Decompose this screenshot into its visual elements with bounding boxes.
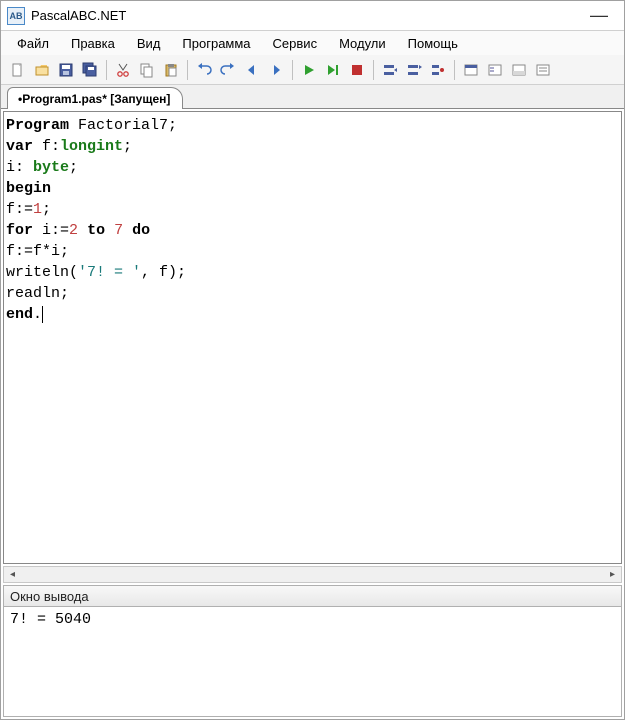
scroll-left-icon[interactable]: ◂ [4,567,21,582]
menu-view[interactable]: Вид [127,34,171,53]
copy-icon[interactable] [136,59,158,81]
code-text: writeln( [6,264,78,281]
code-keyword: for [6,222,33,239]
code-text: ; [69,159,78,176]
output-panel[interactable]: 7! = 5040 [3,607,622,717]
code-keyword: do [132,222,150,239]
run-no-debug-icon[interactable] [322,59,344,81]
editor-hscrollbar[interactable]: ◂ ▸ [3,566,622,583]
code-text [78,222,87,239]
run-icon[interactable] [298,59,320,81]
toolbar-separator [292,60,293,80]
toolbar-separator [373,60,374,80]
code-text: , f); [141,264,186,281]
menu-program[interactable]: Программа [172,34,260,53]
nav-back-icon[interactable] [241,59,263,81]
code-keyword: to [87,222,105,239]
form-designer-icon[interactable] [484,59,506,81]
code-number: 7 [114,222,123,239]
code-keyword: var [6,138,33,155]
menu-service[interactable]: Сервис [263,34,328,53]
compile-icon[interactable] [460,59,482,81]
toolbar-separator [187,60,188,80]
code-text [123,222,132,239]
code-text [105,222,114,239]
output-text: 7! = 5040 [10,611,91,628]
app-icon: AB [7,7,25,25]
toolbar-separator [106,60,107,80]
properties-icon[interactable] [532,59,554,81]
editor-tab-bar: •Program1.pas* [Запущен] [1,85,624,109]
step-over-icon[interactable] [403,59,425,81]
step-out-icon[interactable] [427,59,449,81]
nav-forward-icon[interactable] [265,59,287,81]
code-text: i: [6,159,33,176]
step-into-icon[interactable] [379,59,401,81]
window-title: PascalABC.NET [31,8,580,23]
cut-icon[interactable] [112,59,134,81]
code-text: . [33,306,42,323]
code-text: i:= [33,222,69,239]
code-number: 2 [69,222,78,239]
code-keyword: begin [6,180,51,197]
minimize-button[interactable]: — [580,5,618,26]
code-type: byte [33,159,69,176]
stop-icon[interactable] [346,59,368,81]
code-text: f:= [6,201,33,218]
redo-icon[interactable] [217,59,239,81]
code-number: 1 [33,201,42,218]
code-string: '7! = ' [78,264,141,281]
code-text: ; [42,201,51,218]
code-text: f:=f*i; [6,243,69,260]
text-cursor [42,306,43,323]
paste-icon[interactable] [160,59,182,81]
save-file-icon[interactable] [55,59,77,81]
menu-help[interactable]: Помощь [398,34,468,53]
undo-icon[interactable] [193,59,215,81]
toolbar [1,55,624,85]
code-editor[interactable]: Program Factorial7; var f:longint; i: by… [3,111,622,564]
title-bar: AB PascalABC.NET — [1,1,624,31]
code-text: readln; [6,285,69,302]
new-file-icon[interactable] [7,59,29,81]
code-text: f: [33,138,60,155]
menu-modules[interactable]: Модули [329,34,396,53]
code-keyword: end [6,306,33,323]
code-text: Factorial7; [69,117,177,134]
scroll-right-icon[interactable]: ▸ [604,567,621,582]
code-type: longint [60,138,123,155]
output-panel-header: Окно вывода [3,585,622,607]
code-text: ; [123,138,132,155]
code-keyword: Program [6,117,69,134]
output-window-icon[interactable] [508,59,530,81]
menu-file[interactable]: Файл [7,34,59,53]
app-icon-text: AB [10,11,23,21]
save-all-icon[interactable] [79,59,101,81]
tab-program1[interactable]: •Program1.pas* [Запущен] [7,87,183,109]
menu-bar: Файл Правка Вид Программа Сервис Модули … [1,31,624,55]
open-file-icon[interactable] [31,59,53,81]
menu-edit[interactable]: Правка [61,34,125,53]
toolbar-separator [454,60,455,80]
